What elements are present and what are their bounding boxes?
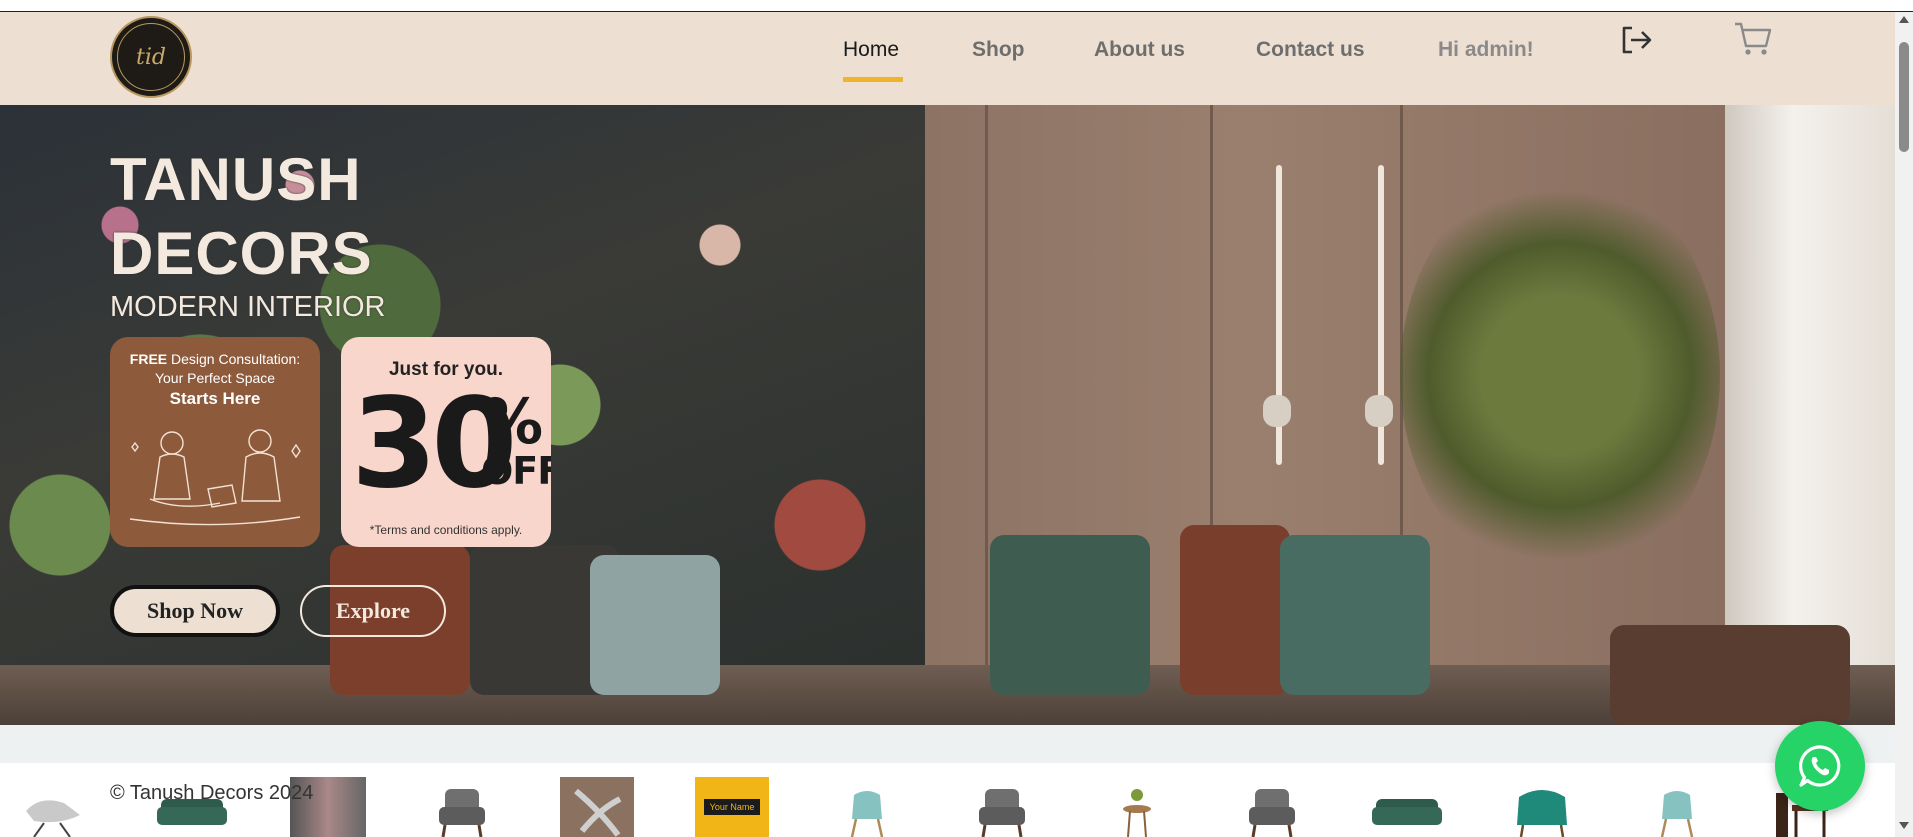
indoor-tree [1400, 165, 1720, 585]
armchair-icon [1249, 789, 1295, 837]
admin-greeting: Hi admin! [1438, 38, 1534, 61]
thumb-teal-armchair[interactable] [1505, 777, 1579, 837]
hero-subtitle: MODERN INTERIOR [110, 291, 386, 323]
scroll-down-arrow-icon[interactable] [1899, 822, 1909, 829]
brand-logo[interactable]: tid [110, 16, 192, 98]
promo-consult-line1: FREE Design Consultation: [110, 351, 320, 367]
whatsapp-icon [1799, 745, 1841, 787]
cushion [590, 555, 720, 695]
scroll-up-arrow-icon[interactable] [1899, 16, 1909, 23]
cushion [1280, 535, 1430, 695]
nav-shop-link[interactable]: Shop [972, 38, 1025, 62]
promo-discount-percent: % [481, 385, 544, 458]
nav-about-link[interactable]: About us [1094, 38, 1185, 62]
armchair-icon [1517, 790, 1567, 837]
logout-icon-svg [1622, 26, 1652, 54]
explore-button[interactable]: Explore [300, 585, 446, 637]
logout-icon[interactable] [1618, 22, 1654, 63]
cushion [990, 535, 1150, 695]
promo-discount-off: OFF [481, 449, 551, 493]
armchair-icon [439, 789, 485, 837]
consultation-illustration [129, 429, 301, 526]
thumb-name-plate[interactable]: Your Name [695, 777, 769, 837]
cart-icon[interactable] [1733, 20, 1773, 63]
promo-30-off[interactable]: Just for you. 30 % OFF *Terms and condit… [341, 337, 551, 547]
promo-consult-line2: Your Perfect Space [154, 370, 276, 386]
wooden-basket [1610, 625, 1850, 725]
side-table-icon [1123, 789, 1151, 837]
sculpture-icon [574, 788, 622, 837]
thumb-teal-chair[interactable] [830, 777, 904, 837]
thumb-grey-armchair[interactable] [965, 777, 1039, 837]
wall-sconce-base [1365, 395, 1393, 427]
shop-now-button[interactable]: Shop Now [110, 585, 280, 637]
chair-icon [1660, 791, 1694, 837]
nav-home-link[interactable]: Home [843, 38, 899, 62]
armchair-icon [979, 789, 1025, 837]
promo-terms: *Terms and conditions apply. [369, 523, 523, 537]
section-separator [0, 725, 1895, 763]
thumb-lounge-chair[interactable] [20, 777, 94, 837]
thumb-green-sofa[interactable] [1370, 777, 1444, 837]
thumb-sculpture[interactable] [560, 777, 634, 837]
thumb-grey-armchair[interactable] [425, 777, 499, 837]
hero-banner: TANUSH DECORS MODERN INTERIOR FREE Desig… [0, 105, 1895, 725]
hero-title-line2: DECORS [110, 220, 373, 287]
nav-contact-link[interactable]: Contact us [1256, 38, 1365, 62]
name-plate-text: Your Name [703, 799, 761, 815]
scrollbar-thumb[interactable] [1899, 42, 1909, 152]
logo-ring [117, 23, 185, 91]
promo-free-label: FREE [129, 351, 168, 367]
browser-top-edge [0, 0, 1913, 12]
thumb-side-table-plant[interactable] [1100, 777, 1174, 837]
promo-design-consultation[interactable]: FREE Design Consultation: Your Perfect S… [110, 337, 320, 547]
nav-active-underline [843, 77, 903, 82]
whatsapp-chat-button[interactable] [1775, 721, 1865, 811]
promo-consult-line3: Starts Here [169, 389, 261, 408]
promo-consult-line1-text: Design Consultation: [171, 351, 301, 367]
thumb-grey-armchair[interactable] [1235, 777, 1309, 837]
sofa-icon [1372, 799, 1442, 825]
chair-icon [850, 791, 884, 837]
page-scrollbar[interactable] [1895, 12, 1913, 837]
lounge-chair-icon [26, 800, 80, 837]
wall-panel-seam [985, 105, 988, 725]
hero-title-line1: TANUSH [110, 146, 362, 213]
footer-copyright: © Tanush Decors 2024 [110, 782, 314, 804]
navbar: tid Home Shop About us Contact us Hi adm… [0, 12, 1895, 105]
hero-title: TANUSH DECORS [110, 143, 373, 291]
cushion [1180, 525, 1290, 695]
wall-sconce-base [1263, 395, 1291, 427]
thumb-teal-chair[interactable] [1640, 777, 1714, 837]
cart-icon-svg [1735, 22, 1772, 55]
